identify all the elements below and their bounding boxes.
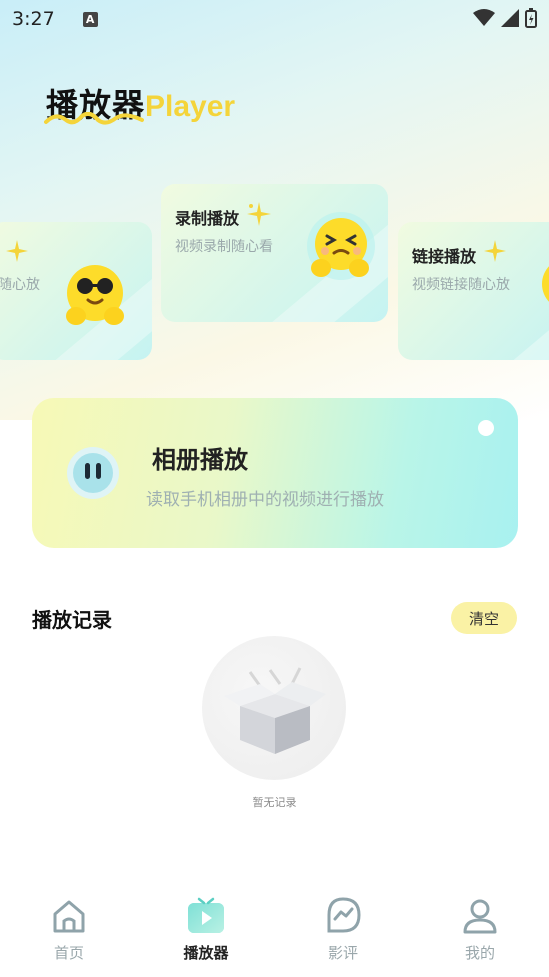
sparkle-icon [484, 240, 506, 262]
bottom-tab-bar: 首页 播放器 影评 我的 [0, 884, 549, 977]
pause-face-icon [67, 447, 119, 499]
battery-icon [525, 8, 537, 28]
left-mode-card[interactable]: 随心放 [0, 222, 152, 360]
card-title: 录制播放 [175, 209, 240, 228]
tab-label: 影评 [327, 944, 358, 962]
empty-box-icon [224, 667, 326, 754]
wifi-icon [473, 9, 495, 26]
player-icon [188, 897, 224, 933]
notification-icon: A [82, 11, 98, 27]
profile-icon [463, 899, 497, 934]
card-subtitle: 视频链接随心放 [412, 277, 510, 293]
sparkle-icon [247, 202, 271, 226]
album-play-card[interactable]: 相册播放 读取手机相册中的视频进行播放 [32, 398, 518, 548]
tab-profile[interactable]: 我的 [435, 896, 525, 963]
tab-label: 我的 [464, 944, 495, 962]
signal-icon [501, 9, 519, 27]
status-icons [473, 8, 537, 28]
empty-state-illustration [202, 636, 346, 780]
card-title: 链接播放 [412, 247, 477, 266]
tab-home[interactable]: 首页 [24, 896, 114, 963]
card-subtitle: 视频录制随心看 [175, 239, 273, 255]
record-play-card[interactable]: 录制播放 视频录制随心看 [161, 184, 388, 322]
status-time: 3:27 [12, 8, 55, 30]
status-bar: 3:27 A [0, 0, 549, 38]
sunglasses-face-icon [66, 265, 124, 325]
clear-history-button[interactable]: 清空 [451, 602, 517, 634]
home-icon [53, 900, 85, 933]
title-underline-icon [44, 112, 144, 125]
squinting-face-icon [307, 212, 375, 280]
tab-player[interactable]: 播放器 [161, 896, 251, 963]
history-title: 播放记录 [32, 608, 112, 632]
tab-label: 播放器 [183, 944, 229, 962]
sparkle-icon [6, 240, 28, 262]
review-icon [327, 897, 361, 933]
tab-review[interactable]: 影评 [298, 896, 388, 963]
decor-dot [478, 420, 494, 436]
album-subtitle: 读取手机相册中的视频进行播放 [146, 490, 384, 510]
tab-label: 首页 [53, 944, 84, 962]
link-play-card[interactable]: 链接播放 视频链接随心放 [398, 222, 549, 360]
empty-state-text: 暂无记录 [252, 796, 297, 809]
card-subtitle: 随心放 [0, 277, 40, 293]
page-title-en: Player [145, 90, 236, 123]
album-title: 相册播放 [152, 446, 248, 474]
smiling-face-icon [542, 266, 549, 302]
